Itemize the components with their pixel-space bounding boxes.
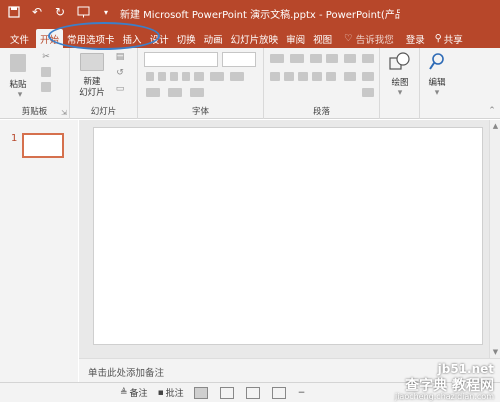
- start-from-beginning-icon[interactable]: [75, 4, 91, 20]
- clipboard-launcher-icon[interactable]: ⇲: [58, 108, 70, 118]
- text-direction-icon[interactable]: [362, 54, 374, 63]
- comments-toggle[interactable]: ▪ 批注: [157, 386, 184, 400]
- align-center-icon[interactable]: [284, 72, 294, 81]
- strikethrough-icon[interactable]: [194, 72, 204, 81]
- shadow-icon[interactable]: [182, 72, 190, 81]
- vertical-scrollbar[interactable]: ▲ ▼: [489, 120, 500, 358]
- underline-icon[interactable]: [170, 72, 178, 81]
- bold-icon[interactable]: [146, 72, 154, 81]
- drawing-dropdown-icon[interactable]: ▾: [394, 88, 406, 98]
- font-size-combo[interactable]: [222, 52, 256, 67]
- window-title: 新建 Microsoft PowerPoint 演示文稿.pptx - Powe…: [120, 10, 400, 21]
- normal-view-icon[interactable]: [193, 386, 208, 399]
- clear-formatting-icon[interactable]: [190, 88, 204, 97]
- watermark-line-1: jb51.net: [437, 362, 494, 376]
- italic-icon[interactable]: [158, 72, 166, 81]
- slide-edit-area: ▲ ▼: [79, 120, 500, 358]
- scroll-up-icon[interactable]: ▲: [490, 122, 500, 130]
- slide-thumbnail-pane: 1: [0, 120, 78, 382]
- paragraph-group: 段落: [264, 48, 380, 119]
- line-spacing-icon[interactable]: [344, 54, 356, 63]
- smartart-icon[interactable]: [362, 88, 374, 97]
- columns-icon[interactable]: [344, 72, 356, 81]
- person-icon: ⚲: [434, 33, 442, 44]
- shapes-icon[interactable]: [389, 52, 411, 72]
- notes-icon: ≜: [120, 387, 128, 398]
- watermark-line-3: jiaocheng.chazidian.com: [394, 392, 494, 401]
- editing-group: 编辑 ▾: [420, 48, 454, 119]
- login-button[interactable]: 登录: [402, 29, 429, 48]
- slide-canvas[interactable]: [93, 127, 483, 345]
- align-left-icon[interactable]: [270, 72, 280, 81]
- scroll-down-icon[interactable]: ▼: [490, 348, 500, 356]
- tab-slideshow[interactable]: 幻灯片放映: [227, 29, 283, 48]
- new-slide-icon[interactable]: [80, 53, 104, 71]
- section-icon[interactable]: ▭: [114, 84, 126, 94]
- tab-review[interactable]: 审阅: [282, 29, 309, 48]
- clipboard-group: 粘贴 ▾ ✂ 剪贴板 ⇲: [0, 48, 70, 119]
- character-spacing-icon[interactable]: [210, 72, 224, 81]
- reading-view-icon[interactable]: [245, 386, 260, 399]
- format-painter-icon[interactable]: [41, 82, 51, 92]
- font-group: 字体: [138, 48, 264, 119]
- slide-sorter-view-icon[interactable]: [219, 386, 234, 399]
- customize-qat-icon[interactable]: ▾: [98, 4, 114, 20]
- tab-view[interactable]: 视图: [309, 29, 336, 48]
- layout-icon[interactable]: ▤: [114, 52, 126, 62]
- tab-file[interactable]: 文件: [0, 29, 36, 48]
- share-label: 共享: [443, 34, 463, 46]
- notes-toggle[interactable]: ≜ 备注: [120, 386, 148, 400]
- paste-dropdown-icon[interactable]: ▾: [14, 90, 26, 100]
- tell-me-box[interactable]: ♡ 告诉我您: [340, 29, 398, 48]
- zoom-out-icon[interactable]: −: [298, 388, 306, 398]
- share-button[interactable]: ⚲ 共享: [431, 29, 467, 48]
- font-name-combo[interactable]: [144, 52, 218, 67]
- font-label: 字体: [191, 107, 209, 117]
- paragraph-label: 段落: [312, 107, 330, 117]
- increase-indent-icon[interactable]: [326, 54, 338, 63]
- redo-icon[interactable]: ↻: [52, 4, 68, 20]
- drawing-group: 绘图 ▾: [380, 48, 420, 119]
- watermark: jb51.net 查字典 教程网 jiaocheng.chazidian.com: [360, 362, 500, 402]
- paste-icon[interactable]: [10, 54, 26, 72]
- cut-icon[interactable]: ✂: [40, 52, 52, 62]
- tab-transitions[interactable]: 切换: [173, 29, 200, 48]
- slide-number: 1: [11, 133, 18, 144]
- font-color-icon[interactable]: [146, 88, 160, 97]
- paste-label[interactable]: 粘贴: [6, 78, 30, 90]
- notes-toggle-label: 备注: [129, 389, 148, 399]
- tell-me-text: 告诉我您: [355, 34, 394, 46]
- new-slide-label-2[interactable]: 幻灯片: [72, 86, 112, 98]
- copy-icon[interactable]: [41, 67, 51, 77]
- tab-animations[interactable]: 动画: [200, 29, 227, 48]
- decrease-indent-icon[interactable]: [310, 54, 322, 63]
- find-icon[interactable]: [428, 52, 446, 72]
- justify-icon[interactable]: [312, 72, 322, 81]
- align-right-icon[interactable]: [298, 72, 308, 81]
- highlight-color-icon[interactable]: [168, 88, 182, 97]
- undo-icon[interactable]: ↶: [29, 4, 45, 20]
- ribbon: 粘贴 ▾ ✂ 剪贴板 ⇲ 新建 幻灯片 ▤ ↺ ▭ 幻灯片 字体 段落 绘图 ▾…: [0, 48, 500, 119]
- slide-thumbnail[interactable]: [22, 133, 64, 158]
- slideshow-view-icon[interactable]: [271, 386, 286, 399]
- drawing-button[interactable]: 绘图: [382, 76, 418, 88]
- slides-group: 新建 幻灯片 ▤ ↺ ▭ 幻灯片: [70, 48, 138, 119]
- editing-dropdown-icon[interactable]: ▾: [431, 88, 443, 98]
- change-case-icon[interactable]: [230, 72, 244, 81]
- notes-placeholder: 单击此处添加备注: [88, 368, 165, 379]
- comments-toggle-label: 批注: [165, 389, 184, 399]
- reset-icon[interactable]: ↺: [114, 68, 126, 78]
- align-text-icon[interactable]: [362, 72, 374, 81]
- lightbulb-icon: ♡: [344, 33, 353, 44]
- distributed-icon[interactable]: [326, 72, 336, 81]
- slides-label: 幻灯片: [90, 107, 117, 117]
- bullets-icon[interactable]: [270, 54, 284, 63]
- comments-icon: ▪: [157, 387, 164, 398]
- highlight-ellipse: [48, 22, 160, 50]
- quick-access-toolbar: ↶ ↻ ▾: [6, 4, 114, 20]
- numbering-icon[interactable]: [290, 54, 304, 63]
- collapse-ribbon-icon[interactable]: ⌃: [486, 106, 498, 116]
- editing-button[interactable]: 编辑: [420, 76, 454, 88]
- save-icon[interactable]: [6, 4, 22, 20]
